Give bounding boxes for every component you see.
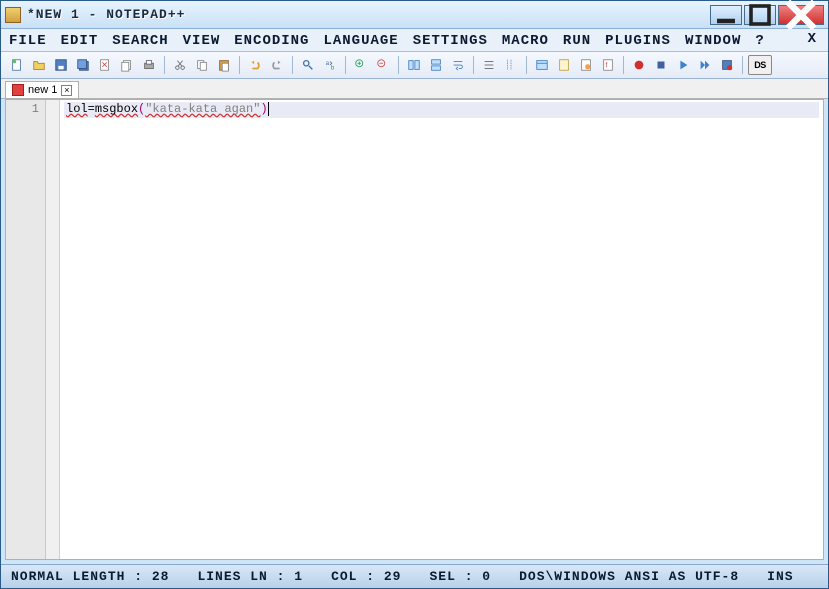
close-file-icon[interactable] <box>95 55 115 75</box>
redo-icon[interactable] <box>267 55 287 75</box>
zoom-in-icon[interactable] <box>351 55 371 75</box>
menu-window[interactable]: WINDOW <box>685 33 741 49</box>
menu-search[interactable]: SEARCH <box>112 33 168 49</box>
code-editor[interactable]: lol=msgbox("kata-kata agan") <box>60 100 823 559</box>
doc-map-icon[interactable] <box>554 55 574 75</box>
unsaved-indicator-icon <box>12 84 24 96</box>
menubar: FILE EDIT SEARCH VIEW ENCODING LANGUAGE … <box>1 29 828 52</box>
status-lines: LINES LN : 1 <box>197 569 303 584</box>
status-ins: INS <box>767 569 793 584</box>
menu-settings[interactable]: SETTINGS <box>413 33 488 49</box>
dspellcheck-icon[interactable]: DS <box>748 55 772 75</box>
toolbar-separator <box>164 56 165 74</box>
tab-close-icon[interactable]: × <box>61 85 72 96</box>
window-controls <box>710 5 824 25</box>
zoom-out-icon[interactable] <box>373 55 393 75</box>
line-number: 1 <box>8 102 39 116</box>
statusbar: NORMAL LENGTH : 28 LINES LN : 1 COL : 29… <box>1 564 828 588</box>
menu-edit[interactable]: EDIT <box>61 33 99 49</box>
print-icon[interactable] <box>139 55 159 75</box>
save-all-icon[interactable] <box>73 55 93 75</box>
toolbar-separator <box>526 56 527 74</box>
status-sel: SEL : 0 <box>429 569 491 584</box>
text-cursor <box>268 102 269 116</box>
sync-v-icon[interactable] <box>404 55 424 75</box>
svg-text:f: f <box>605 63 607 70</box>
menu-plugins[interactable]: PLUGINS <box>605 33 671 49</box>
replace-icon[interactable]: ab <box>320 55 340 75</box>
sync-h-icon[interactable] <box>426 55 446 75</box>
svg-text:a: a <box>326 60 330 67</box>
toolbar-separator <box>473 56 474 74</box>
cut-icon[interactable] <box>170 55 190 75</box>
maximize-button[interactable] <box>744 5 776 25</box>
open-file-icon[interactable] <box>29 55 49 75</box>
tab-new-1[interactable]: new 1 × <box>5 81 79 98</box>
close-all-icon[interactable] <box>117 55 137 75</box>
status-col: COL : 29 <box>331 569 401 584</box>
paste-icon[interactable] <box>214 55 234 75</box>
menu-macro[interactable]: MACRO <box>502 33 549 49</box>
find-icon[interactable] <box>298 55 318 75</box>
status-length: NORMAL LENGTH : 28 <box>11 569 169 584</box>
toolbar-separator <box>239 56 240 74</box>
menu-help[interactable]: ? <box>755 33 764 49</box>
indent-guide-icon[interactable] <box>501 55 521 75</box>
app-icon <box>5 7 21 23</box>
show-all-icon[interactable] <box>479 55 499 75</box>
menu-file[interactable]: FILE <box>9 33 47 49</box>
toolbar-separator <box>398 56 399 74</box>
doc-list-icon[interactable] <box>576 55 596 75</box>
undo-icon[interactable] <box>245 55 265 75</box>
svg-text:b: b <box>331 64 335 71</box>
fold-margin <box>46 100 60 559</box>
copy-icon[interactable] <box>192 55 212 75</box>
tab-label: new 1 <box>28 84 57 96</box>
menu-view[interactable]: VIEW <box>183 33 221 49</box>
app-window: *NEW 1 - NOTEPAD++ FILE EDIT SEARCH VIEW… <box>0 0 829 589</box>
menu-run[interactable]: RUN <box>563 33 591 49</box>
play-multi-icon[interactable] <box>695 55 715 75</box>
save-macro-icon[interactable] <box>717 55 737 75</box>
record-macro-icon[interactable] <box>629 55 649 75</box>
new-file-icon[interactable] <box>7 55 27 75</box>
function-list-icon[interactable]: f <box>598 55 618 75</box>
minimize-button[interactable] <box>710 5 742 25</box>
close-doc-x[interactable]: X <box>808 31 816 47</box>
wordwrap-icon[interactable] <box>448 55 468 75</box>
status-encoding: DOS\WINDOWS ANSI AS UTF-8 <box>519 569 739 584</box>
window-title: *NEW 1 - NOTEPAD++ <box>27 7 710 22</box>
code-line: lol=msgbox("kata-kata agan") <box>64 102 819 118</box>
play-macro-icon[interactable] <box>673 55 693 75</box>
titlebar[interactable]: *NEW 1 - NOTEPAD++ <box>1 1 828 29</box>
toolbar-separator <box>345 56 346 74</box>
line-number-gutter: 1 <box>6 100 46 559</box>
save-icon[interactable] <box>51 55 71 75</box>
menu-language[interactable]: LANGUAGE <box>323 33 398 49</box>
toolbar-separator <box>292 56 293 74</box>
menu-encoding[interactable]: ENCODING <box>234 33 309 49</box>
tabbar: new 1 × <box>1 79 828 99</box>
stop-macro-icon[interactable] <box>651 55 671 75</box>
editor-area: 1 lol=msgbox("kata-kata agan") <box>5 99 824 560</box>
toolbar-separator <box>623 56 624 74</box>
toolbar-separator <box>742 56 743 74</box>
toolbar: ab f DS <box>1 52 828 79</box>
close-button[interactable] <box>778 5 824 25</box>
user-lang-icon[interactable] <box>532 55 552 75</box>
